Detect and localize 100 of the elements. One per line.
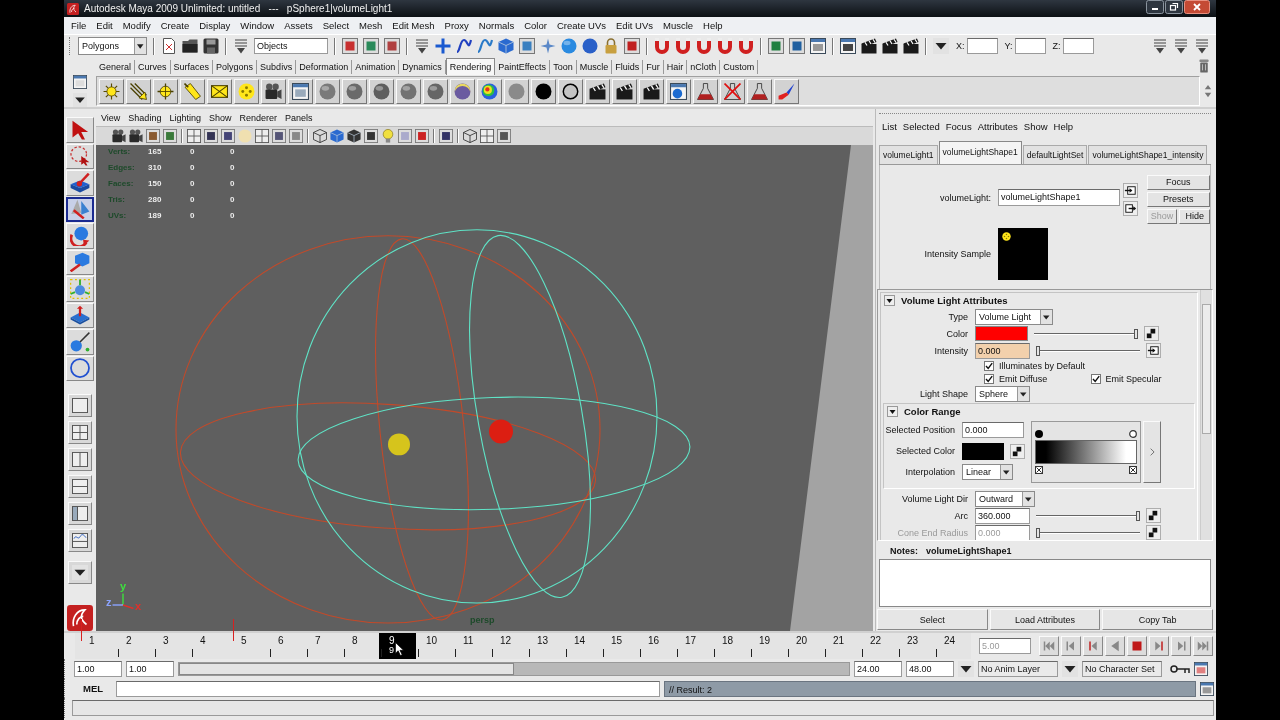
sun-icon[interactable] — [99, 78, 124, 104]
dropdown[interactable]: Outward — [975, 490, 1035, 507]
scroll-arrows-icon[interactable] — [1204, 84, 1212, 98]
ramp-expand-button[interactable] — [1143, 421, 1161, 484]
grid-icon[interactable] — [255, 129, 269, 143]
shelf-tab[interactable]: General — [96, 60, 136, 74]
menu-item[interactable]: Edit UVs — [611, 20, 658, 31]
node-name-field[interactable]: volumeLightShape1 — [998, 189, 1120, 207]
range-slider-track[interactable] — [178, 662, 850, 676]
menu-item[interactable]: Proxy — [439, 20, 474, 31]
cube-icon[interactable] — [347, 129, 361, 143]
checkbox[interactable] — [1090, 373, 1101, 384]
menu-item[interactable]: Modify — [117, 20, 156, 31]
panel-button[interactable]: Focus — [1146, 174, 1210, 190]
anim-layer-field[interactable]: No Anim Layer — [978, 661, 1058, 677]
menu-item[interactable]: Assets — [279, 20, 318, 31]
caret-icon[interactable] — [933, 38, 949, 54]
square-icon[interactable] — [272, 129, 286, 143]
coordinate-field[interactable] — [1014, 38, 1046, 54]
globe-window-icon[interactable] — [666, 78, 691, 104]
list-icon[interactable] — [414, 38, 430, 54]
close-icon[interactable] — [1184, 0, 1210, 14]
range-slider-bar[interactable] — [179, 663, 514, 675]
dropdown[interactable]: Sphere — [975, 385, 1031, 402]
curve-icon[interactable] — [477, 38, 493, 54]
caret-icon[interactable] — [73, 93, 87, 107]
end-time-field[interactable]: 48.00 — [906, 661, 954, 677]
node-tab[interactable]: volumeLightShape1 — [938, 140, 1022, 164]
playback-end-field[interactable]: 24.00 — [854, 661, 902, 677]
menu-item[interactable]: Create — [155, 20, 195, 31]
single-pane-icon[interactable] — [68, 394, 92, 418]
window-icon[interactable] — [73, 75, 87, 89]
menu-item[interactable]: Help — [1050, 121, 1077, 133]
ramp-editor[interactable] — [1031, 421, 1141, 484]
menu-item[interactable]: Renderer — [235, 112, 281, 123]
shelf-tab[interactable]: Polygons — [213, 60, 258, 74]
crossed-square-icon[interactable] — [1129, 466, 1137, 475]
command-field[interactable] — [116, 680, 660, 697]
padlock-icon[interactable] — [603, 38, 619, 54]
square-icon[interactable] — [439, 129, 453, 143]
magnet-icon[interactable] — [717, 38, 733, 54]
menu-item[interactable]: Lighting — [165, 112, 205, 123]
minimize-icon[interactable] — [1146, 0, 1164, 14]
menu-item[interactable]: Focus — [942, 121, 975, 133]
window-icon[interactable] — [1194, 662, 1208, 676]
folder-icon[interactable] — [182, 38, 198, 54]
menu-item[interactable]: Display — [194, 20, 236, 31]
flask-icon[interactable] — [747, 78, 772, 104]
skip-to-end-icon[interactable] — [1193, 636, 1213, 656]
crossed-flask-icon[interactable] — [720, 78, 745, 104]
panel-button[interactable]: Hide — [1179, 208, 1210, 224]
menu-item[interactable]: Edit Mesh — [387, 20, 440, 31]
light-marker[interactable] — [388, 433, 410, 456]
section-title[interactable]: Color Range — [904, 406, 961, 418]
character-set-field[interactable]: No Character Set — [1082, 661, 1162, 677]
shelf-tab[interactable]: Toon — [550, 60, 577, 74]
spotlight-icon[interactable] — [180, 78, 205, 104]
clapperboard-icon[interactable] — [612, 78, 637, 104]
ring-icon[interactable] — [558, 78, 583, 104]
checker-icon[interactable] — [1146, 525, 1161, 541]
menu-item[interactable]: Show — [1020, 121, 1051, 133]
grid-icon[interactable] — [480, 129, 494, 143]
menu-item[interactable]: Muscle — [658, 20, 699, 31]
shelf-tab[interactable]: Muscle — [576, 60, 613, 74]
side-pane-icon[interactable] — [68, 502, 92, 526]
menu-item[interactable]: Window — [235, 20, 280, 31]
two-pane-icon[interactable] — [68, 448, 92, 472]
checker-icon[interactable] — [1010, 443, 1025, 459]
slider-handle[interactable] — [1134, 328, 1138, 339]
shelf-tab[interactable]: Deformation — [296, 60, 353, 74]
viewport[interactable]: Verts: 165 0 0 Edges: 310 0 0 Faces: 150 0 0 Tris: 280 0 0 UVs: 189 0 0 y z x persp — [96, 145, 873, 631]
menu-item[interactable]: File — [66, 20, 92, 31]
dropdown[interactable]: Volume Light — [975, 308, 1054, 325]
selection-mode-field[interactable]: Objects — [254, 38, 328, 54]
square-icon[interactable] — [415, 129, 429, 143]
notes-field[interactable] — [879, 559, 1211, 608]
play-backward-icon[interactable] — [1105, 636, 1125, 656]
crosshair-icon[interactable] — [153, 78, 178, 104]
shelf-tab[interactable]: Surfaces — [170, 60, 214, 74]
square-icon[interactable] — [497, 129, 511, 143]
previous-key-icon[interactable] — [1083, 636, 1103, 656]
square-icon[interactable] — [221, 129, 235, 143]
menu-item[interactable]: Mesh — [354, 20, 388, 31]
shelf-tab[interactable]: Curves — [135, 60, 171, 74]
square-icon[interactable] — [384, 38, 400, 54]
node-tab[interactable]: defaultLightSet — [1022, 144, 1088, 164]
checkbox[interactable] — [984, 360, 994, 371]
camera-icon[interactable] — [112, 129, 126, 143]
menu-item[interactable]: Selected — [899, 121, 943, 133]
clapperboard-icon[interactable] — [639, 78, 664, 104]
crossed-square-icon[interactable] — [1035, 466, 1043, 475]
clapperboard-icon[interactable] — [861, 38, 877, 54]
start-time-field[interactable]: 1.00 — [74, 661, 122, 677]
camera-icon[interactable] — [129, 129, 143, 143]
step-back-icon[interactable] — [1061, 636, 1081, 656]
menu-item[interactable]: Show — [204, 112, 236, 123]
position-field[interactable]: 0.000 — [962, 422, 1024, 439]
square-icon[interactable] — [789, 38, 805, 54]
menu-item[interactable]: Create UVs — [551, 20, 612, 31]
list-icon[interactable] — [1173, 38, 1189, 54]
